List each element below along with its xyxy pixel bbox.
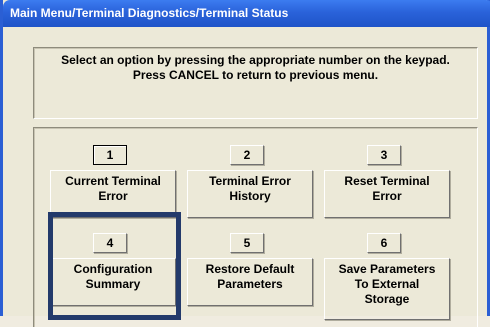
option-6-number-button[interactable]: 6 [367,233,401,253]
instruction-box: Select an option by pressing the appropr… [33,47,478,119]
option-1-number-button[interactable]: 1 [93,145,127,165]
option-6-save-parameters-button[interactable]: Save Parameters To External Storage [324,258,450,320]
terminal-status-window: Main Menu/Terminal Diagnostics/Terminal … [0,0,490,327]
window-title: Main Menu/Terminal Diagnostics/Terminal … [3,0,490,27]
instruction-line-1: Select an option by pressing the appropr… [61,53,450,67]
option-5-label-line-2: Parameters [217,277,283,291]
option-6-label-line-3: Storage [364,292,410,306]
option-3-number-button[interactable]: 3 [367,145,401,165]
option-6-label-line-1: Save Parameters [338,262,436,276]
option-3-label-line-1: Reset Terminal [344,174,430,188]
option-2-number-button[interactable]: 2 [230,145,264,165]
option-2-label-line-1: Terminal Error [209,174,291,188]
option-5-restore-default-parameters-button[interactable]: Restore Default Parameters [187,258,313,306]
option-2-terminal-error-history-button[interactable]: Terminal Error History [187,170,313,218]
option-4-highlight-frame [48,212,181,320]
option-1-label-line-2: Error [98,189,128,203]
instruction-line-2: Press CANCEL to return to previous menu. [132,68,379,82]
option-3-reset-terminal-error-button[interactable]: Reset Terminal Error [324,170,450,218]
option-2-label-line-2: History [229,189,271,203]
option-5-label-line-1: Restore Default [205,262,295,276]
option-1-label-line-1: Current Terminal [65,174,161,188]
option-3-label-line-2: Error [372,189,402,203]
option-5-number-button[interactable]: 5 [230,233,264,253]
option-6-label-line-2: To External [354,277,420,291]
option-1-current-terminal-error-button[interactable]: Current Terminal Error [50,170,176,218]
